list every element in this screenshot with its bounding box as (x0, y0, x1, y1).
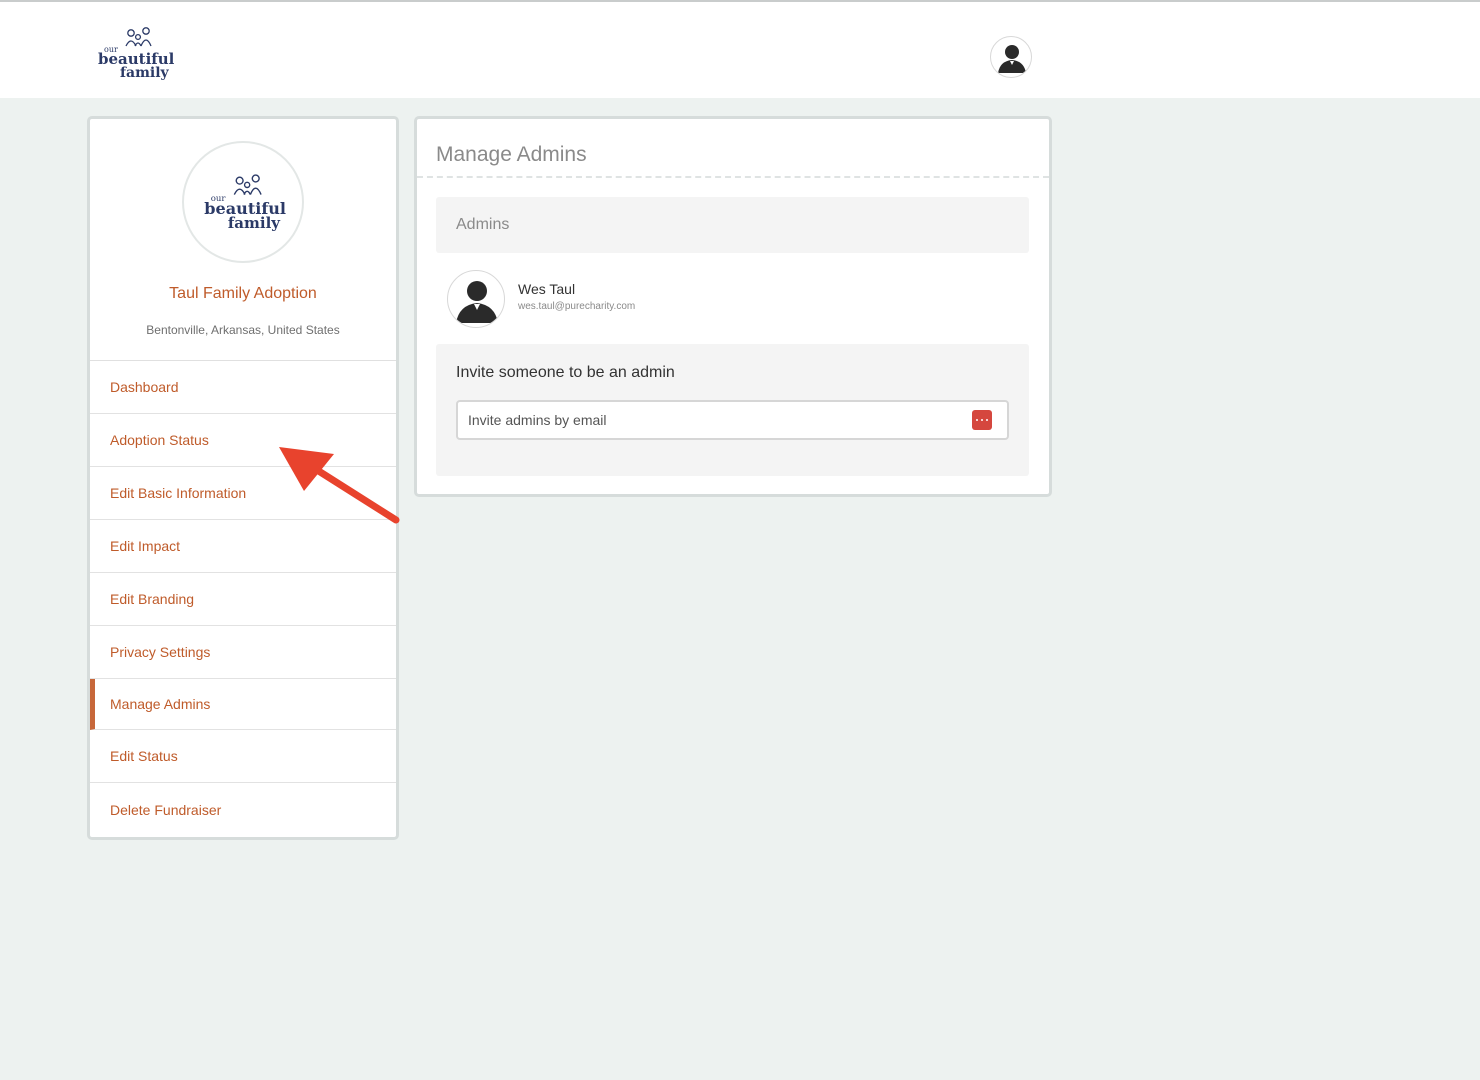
sidebar-item-edit-branding[interactable]: Edit Branding (90, 573, 396, 626)
brand-logo[interactable]: our beautiful family (96, 24, 176, 80)
top-header: our beautiful family (0, 0, 1480, 98)
invite-email-input[interactable] (456, 400, 1009, 440)
sidebar-item-privacy-settings[interactable]: Privacy Settings (90, 626, 396, 679)
person-icon (998, 45, 1026, 73)
page-title: Manage Admins (436, 143, 587, 166)
sidebar-item-adoption-status[interactable]: Adoption Status (90, 414, 396, 467)
admins-header-label: Admins (456, 216, 510, 233)
person-icon (456, 281, 498, 323)
manage-admins-panel: Manage Admins Admins Wes Taul wes.taul@p… (414, 116, 1052, 497)
admin-email: wes.taul@purecharity.com (518, 301, 636, 312)
sidebar-item-manage-admins[interactable]: Manage Admins (90, 679, 396, 730)
sidebar-item-edit-status[interactable]: Edit Status (90, 730, 396, 783)
fundraiser-sidebar: our beautiful family Taul Family Adoptio… (87, 116, 399, 840)
fundraiser-profile: our beautiful family Taul Family Adoptio… (90, 119, 396, 361)
fundraiser-name[interactable]: Taul Family Adoption (90, 285, 396, 303)
admin-name: Wes Taul (518, 281, 576, 297)
svg-text:family: family (228, 214, 281, 231)
user-menu-avatar[interactable] (990, 36, 1032, 78)
title-divider (417, 176, 1049, 178)
sidebar-item-delete-fundraiser[interactable]: Delete Fundraiser (90, 783, 396, 836)
invite-title: Invite someone to be an admin (456, 364, 675, 381)
invite-admin-section: Invite someone to be an admin (436, 344, 1029, 476)
fundraiser-avatar: our beautiful family (182, 141, 304, 263)
admin-avatar (447, 270, 505, 328)
logo-text-family: family (120, 65, 170, 80)
fundraiser-location: Bentonville, Arkansas, United States (146, 323, 340, 337)
sidebar-item-edit-basic-information[interactable]: Edit Basic Information (90, 467, 396, 520)
sidebar-item-edit-impact[interactable]: Edit Impact (90, 520, 396, 573)
admins-section-header: Admins (436, 197, 1029, 253)
password-manager-icon[interactable] (972, 410, 992, 430)
sidebar-item-dashboard[interactable]: Dashboard (90, 361, 396, 414)
